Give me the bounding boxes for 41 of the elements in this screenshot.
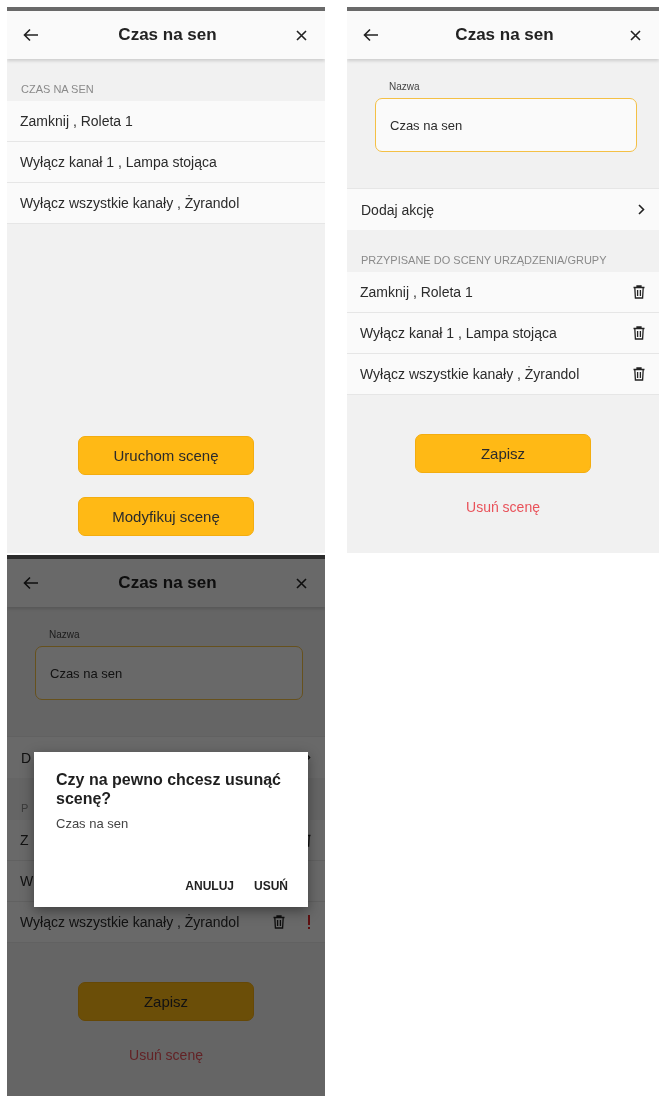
dialog-message: Czas na sen <box>56 816 130 832</box>
action-label: Z <box>20 832 29 848</box>
screen-title: Czas na sen <box>455 25 554 45</box>
trash-icon[interactable] <box>633 326 645 340</box>
dialog-button[interactable]: ANULUJ <box>185 879 234 893</box>
action-label: Wyłącz kanał 1 , Lampa stojąca <box>360 325 557 341</box>
action-label: Wyłącz wszystkie kanały , Żyrandol <box>360 366 580 382</box>
dialog-button[interactable]: USUŃ <box>254 879 288 893</box>
add-action-label: D <box>21 749 32 766</box>
screen-title: Czas na sen <box>118 573 217 593</box>
section-header: PRZYPISANE DO SCENY URZĄDZENIA/GRUPY <box>360 253 608 268</box>
back-arrow-icon[interactable] <box>23 28 39 42</box>
scene-action-row[interactable]: Wyłącz kanał 1 , Lampa stojąca <box>347 312 659 353</box>
section-header: CZAS NA SEN <box>20 82 95 97</box>
action-label: W <box>20 873 34 889</box>
scene-action-row[interactable]: Zamknij , Roleta 1 <box>7 101 325 141</box>
scene-action-row[interactable]: Wyłącz kanał 1 , Lampa stojąca <box>7 141 325 182</box>
dialog-title: Czy na pewno chcesz usunąć scenę? <box>56 770 282 809</box>
action-label: Zamknij , Roleta 1 <box>360 284 473 300</box>
scene-action-row[interactable]: Wyłącz wszystkie kanały , Żyrandol <box>7 182 325 223</box>
action-label: Wyłącz wszystkie kanały , Żyrandol <box>20 195 240 211</box>
add-action-row[interactable]: Dodaj akcję <box>347 188 659 230</box>
back-arrow-icon[interactable] <box>363 28 379 42</box>
scene-button[interactable]: Uruchom scenę <box>78 436 254 475</box>
scene-action-row[interactable]: Wyłącz wszystkie kanały , Żyrandol <box>347 353 659 394</box>
screen-title: Czas na sen <box>118 25 217 45</box>
scene-button[interactable]: Modyfikuj scenę <box>78 497 254 536</box>
chevron-right-icon <box>638 204 645 215</box>
field-label: Nazwa <box>389 81 421 92</box>
save-button[interactable]: Zapisz <box>415 434 591 473</box>
close-icon[interactable] <box>296 29 307 41</box>
trash-icon[interactable] <box>633 367 645 381</box>
field-label: Nazwa <box>49 629 81 640</box>
scene-action-row[interactable]: Zamknij , Roleta 1 <box>347 272 659 312</box>
action-label: Wyłącz kanał 1 , Lampa stojąca <box>20 154 217 170</box>
name-input-field[interactable]: Czas na sen <box>375 98 637 152</box>
add-action-label: Dodaj akcję <box>361 201 435 218</box>
trash-icon[interactable] <box>633 285 645 299</box>
action-label: Wyłącz wszystkie kanały , Żyrandol <box>20 914 240 930</box>
close-icon[interactable] <box>630 29 641 41</box>
action-label: Zamknij , Roleta 1 <box>20 113 133 129</box>
